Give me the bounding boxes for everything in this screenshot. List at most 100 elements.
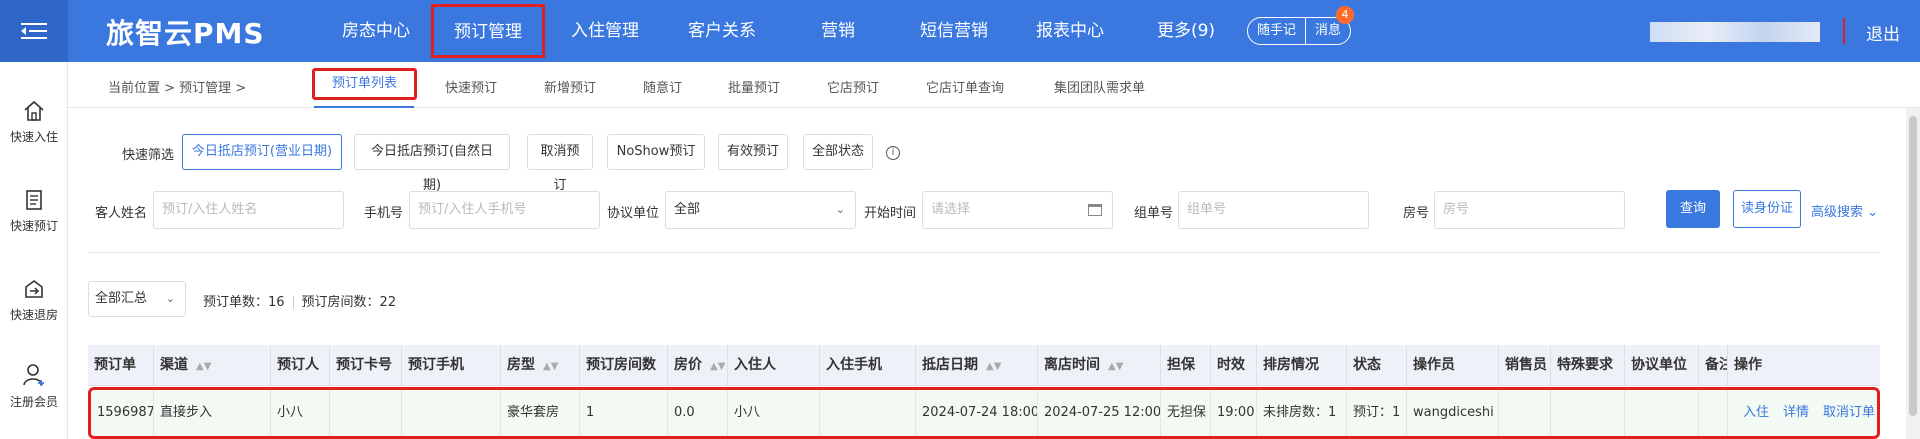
cell-card-no (330, 390, 402, 436)
nav-reports[interactable]: 报表中心 (1030, 0, 1110, 62)
room-count: 预订房间数：22 (301, 295, 397, 310)
sort-icon: ▲▼ (543, 361, 559, 372)
group-no-label: 组单号 (1134, 206, 1174, 221)
cell-agreement (1625, 390, 1699, 436)
agreement-label: 协议单位 (607, 206, 660, 221)
sidebar-item-quick-checkout[interactable]: 快速退房 (0, 277, 68, 323)
sidebar-item-quick-checkin[interactable]: 快速入住 (0, 99, 68, 145)
col-arrival-label: 抵店日期 (922, 357, 978, 373)
cell-price: 0.0 (668, 390, 728, 436)
section-divider (88, 252, 1880, 253)
phone-placeholder: 预订/入住人手机号 (418, 202, 527, 217)
user-name-blurred (1650, 22, 1820, 42)
cell-arrival-date: 2024-07-24 18:00 (916, 390, 1038, 436)
tab-other-store-reserve[interactable]: 它店预订 (827, 77, 879, 96)
filter-valid[interactable]: 有效预订 (718, 134, 788, 170)
nav-marketing[interactable]: 营销 (812, 0, 864, 62)
filter-all-status[interactable]: 全部状态 (803, 134, 873, 170)
col-guarantee: 担保 (1161, 345, 1211, 386)
col-room-assign: 排房情况 (1257, 345, 1347, 386)
chevron-down-icon: ⌄ (1867, 205, 1879, 220)
start-time-input[interactable]: 请选择 (922, 191, 1113, 229)
sidebar-item-quick-reserve[interactable]: 快速预订 (0, 188, 68, 234)
col-channel[interactable]: 渠道 ▲▼ (154, 345, 271, 386)
order-count: 预订单数：16 (203, 295, 285, 310)
cell-guarantee: 无担保 (1161, 390, 1211, 436)
col-special-request: 特殊要求 (1551, 345, 1625, 386)
nav-checkin[interactable]: 入住管理 (565, 0, 645, 62)
message-count-badge: 4 (1336, 6, 1354, 24)
cell-channel: 直接步入 (154, 390, 271, 436)
col-room-type[interactable]: 房型 ▲▼ (501, 345, 580, 386)
col-guest-phone: 入住手机 (820, 345, 916, 386)
tab-batch-reserve[interactable]: 批量预订 (728, 77, 780, 96)
start-time-placeholder: 请选择 (931, 202, 971, 217)
room-no-input[interactable]: 房号 (1434, 191, 1625, 229)
notes-messages-pill: 随手记 消息 (1247, 17, 1352, 45)
home-icon (24, 100, 44, 121)
nav-room-status[interactable]: 房态中心 (336, 0, 416, 62)
quick-filter-label: 快速筛选 (122, 148, 175, 163)
advanced-search-link[interactable]: 高级搜索 ⌄ (1811, 201, 1878, 220)
cell-booker-phone (402, 390, 501, 436)
summary-value: 全部汇总 (95, 291, 148, 306)
col-card-no: 预订卡号 (330, 345, 402, 386)
col-departure-label: 离店时间 (1044, 357, 1100, 373)
chevron-down-icon: ⌄ (835, 203, 845, 216)
cancel-order-action-link[interactable]: 取消订单 (1823, 405, 1875, 420)
col-price[interactable]: 房价 ▲▼ (668, 345, 728, 386)
info-icon[interactable]: i (886, 146, 900, 160)
agreement-select[interactable]: 全部 ⌄ (665, 191, 856, 229)
col-remark: 备注 (1699, 345, 1728, 386)
col-order-no: 预订单 (88, 345, 154, 386)
cell-order-no: 1596987 (91, 390, 154, 436)
col-arrival-date[interactable]: 抵店日期 ▲▼ (916, 345, 1038, 386)
cell-remark (1699, 390, 1728, 436)
cell-hold-time: 19:00 (1211, 390, 1257, 436)
guest-name-input[interactable]: 预订/入住人姓名 (153, 191, 344, 229)
filter-today-arrival-natural[interactable]: 今日抵店预订(自然日期) (354, 134, 510, 193)
table-row[interactable]: 1596987 直接步入 小八 豪华套房 1 0.0 小八 2024-07-24… (88, 387, 1880, 439)
brand-logo: 旅智云PMS (106, 17, 265, 50)
read-id-button[interactable]: 读身份证 (1733, 190, 1801, 228)
tab-reservation-list[interactable]: 预订单列表 (312, 68, 418, 100)
filter-today-arrival-business[interactable]: 今日抵店预订(营业日期) (182, 134, 342, 170)
scrollbar-thumb[interactable] (1909, 116, 1917, 416)
calendar-icon (1088, 204, 1102, 216)
phone-input[interactable]: 预订/入住人手机号 (409, 191, 600, 229)
nav-more[interactable]: 更多(9) (1148, 0, 1224, 62)
query-button[interactable]: 查询 (1666, 190, 1720, 228)
summary-select[interactable]: 全部汇总 ⌄ (88, 281, 186, 317)
notes-button[interactable]: 随手记 (1248, 18, 1305, 44)
add-user-icon (23, 364, 44, 386)
tab-other-store-query[interactable]: 它店订单查询 (926, 77, 1004, 96)
col-booker: 预订人 (271, 345, 330, 386)
tab-quick-reserve[interactable]: 快速预订 (445, 77, 497, 96)
guest-name-label: 客人姓名 (95, 206, 148, 221)
group-no-input[interactable]: 组单号 (1178, 191, 1369, 229)
col-operator: 操作员 (1407, 345, 1499, 386)
col-room-count: 预订房间数 (580, 345, 668, 386)
agreement-value: 全部 (674, 202, 701, 217)
tab-casual-reserve[interactable]: 随意订 (643, 77, 682, 96)
sidebar-label: 注册会员 (9, 395, 58, 409)
summary-stats: 预订单数：16 预订房间数：22 (203, 291, 396, 310)
checkin-action-link[interactable]: 入住 (1743, 405, 1769, 420)
filter-noshow[interactable]: NoShow预订 (607, 134, 705, 170)
filter-cancelled[interactable]: 取消预订 (527, 134, 593, 193)
vertical-scrollbar[interactable] (1906, 108, 1920, 439)
col-departure-time[interactable]: 离店时间 ▲▼ (1038, 345, 1161, 386)
tab-group-demand[interactable]: 集团团队需求单 (1054, 77, 1145, 96)
sidebar-item-register-member[interactable]: 注册会员 (0, 362, 68, 410)
menu-toggle-button[interactable] (0, 0, 68, 62)
logout-button[interactable]: 退出 (1866, 20, 1900, 45)
cell-room-count: 1 (580, 390, 668, 436)
nav-sms[interactable]: 短信营销 (914, 0, 994, 62)
table-header: 预订单 渠道 ▲▼ 预订人 预订卡号 预订手机 房型 ▲▼ 预订房间数 房价 ▲▼ 入… (88, 345, 1880, 386)
nav-customer[interactable]: 客户关系 (682, 0, 762, 62)
details-action-link[interactable]: 详情 (1783, 405, 1809, 420)
col-salesperson: 销售员 (1499, 345, 1551, 386)
tab-new-reserve[interactable]: 新增预订 (544, 77, 596, 96)
top-bar: 旅智云PMS 房态中心 预订管理 入住管理 客户关系 营销 短信营销 报表中心 … (0, 0, 1920, 62)
nav-reservation[interactable]: 预订管理 (431, 4, 545, 58)
